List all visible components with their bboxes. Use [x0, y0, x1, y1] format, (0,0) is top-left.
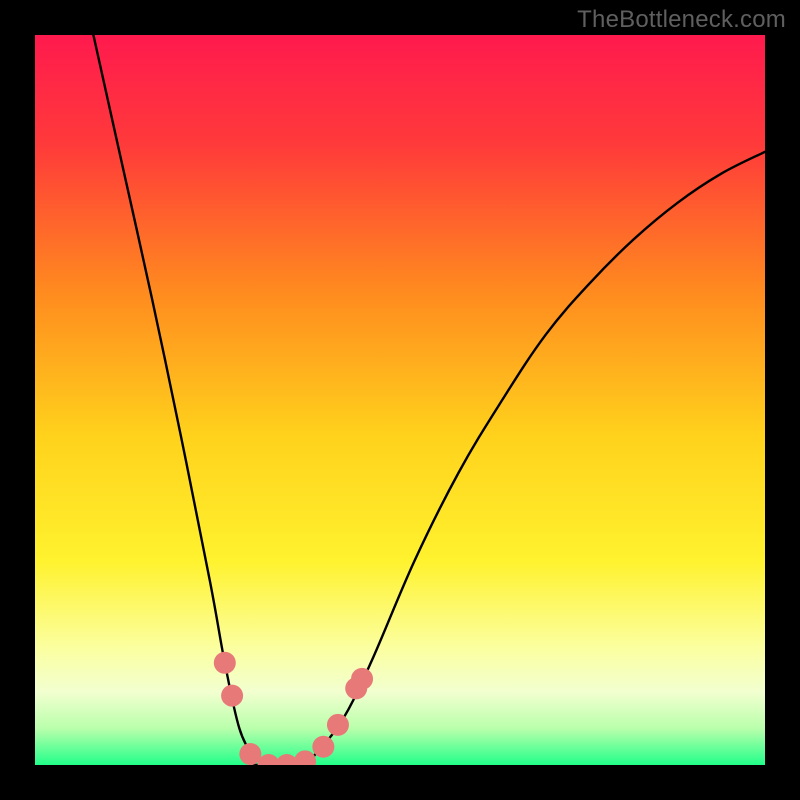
- chart-frame: TheBottleneck.com: [0, 0, 800, 800]
- chart-plot-area: [35, 35, 765, 765]
- curve-marker: [221, 685, 243, 707]
- watermark-text: TheBottleneck.com: [577, 6, 786, 34]
- curve-marker: [312, 736, 334, 758]
- curve-marker: [327, 714, 349, 736]
- curve-marker: [214, 652, 236, 674]
- curve-marker: [239, 743, 261, 765]
- curve-marker: [351, 668, 373, 690]
- curve-marker: [294, 750, 316, 765]
- bottleneck-curve: [35, 35, 765, 765]
